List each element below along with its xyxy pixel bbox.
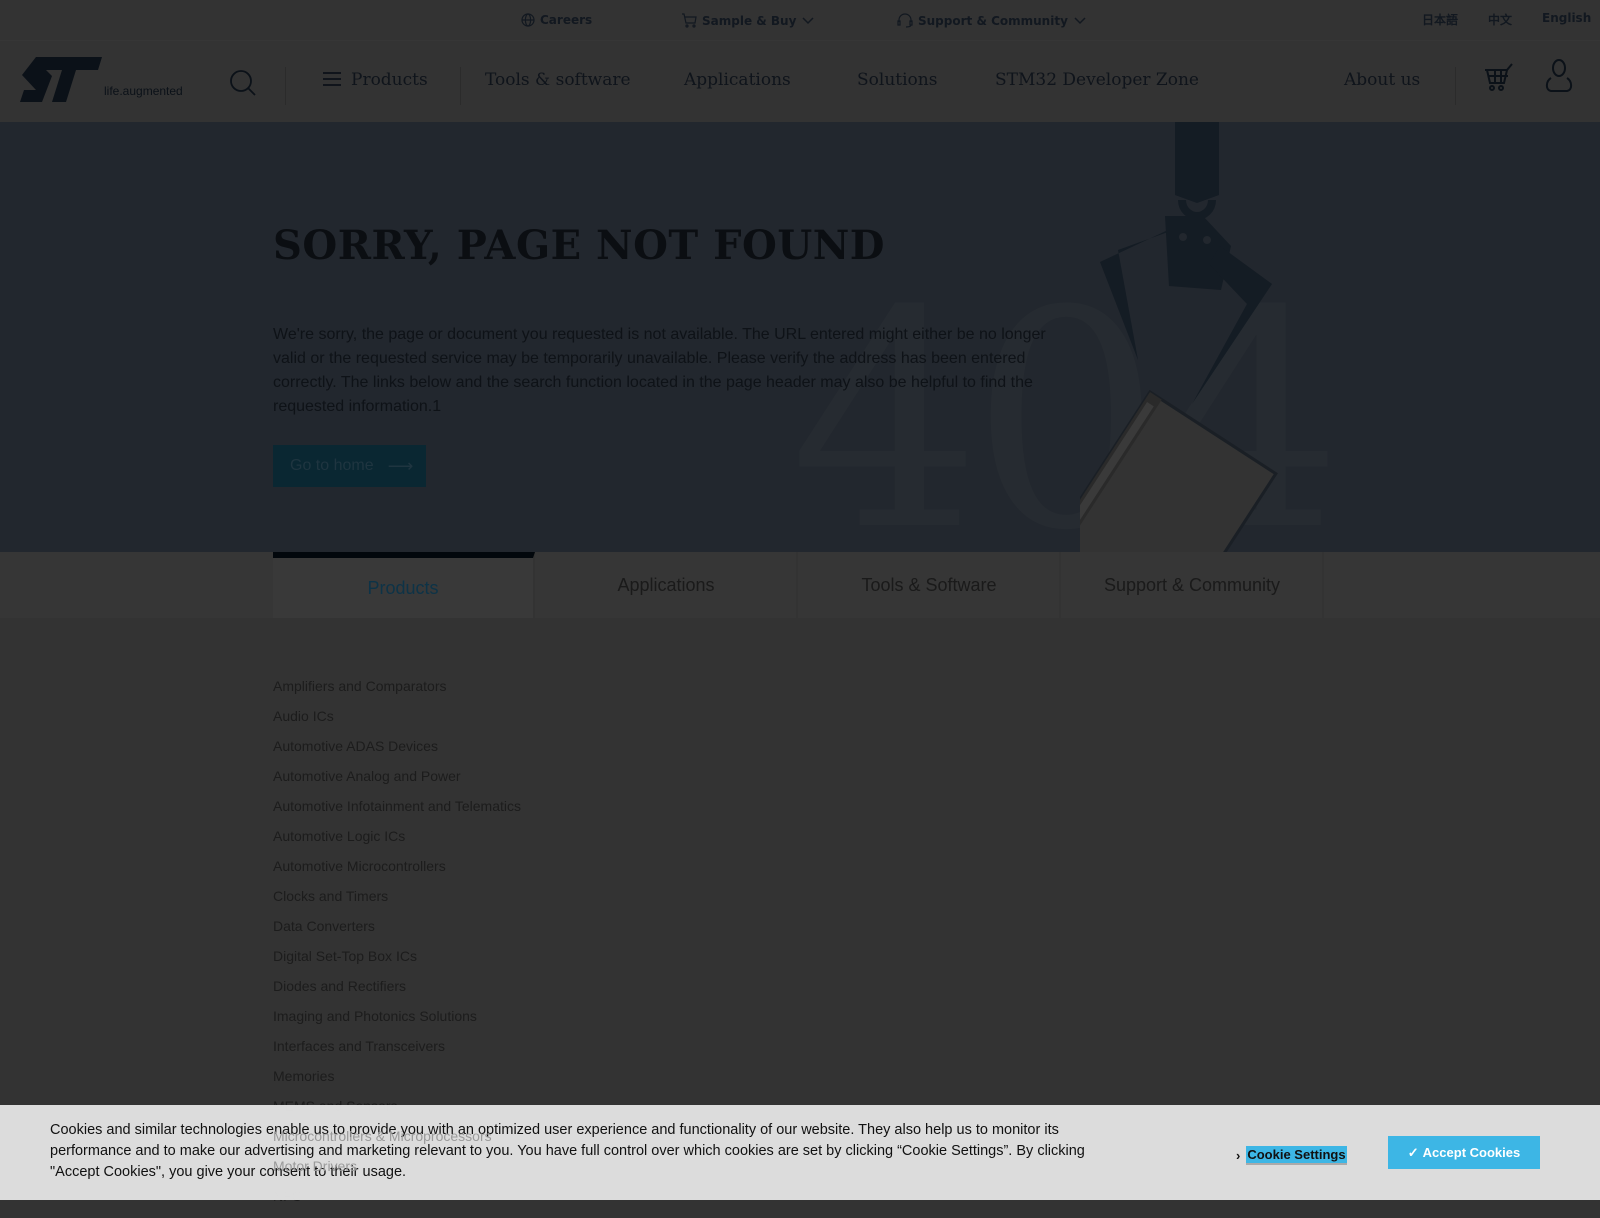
nav-solutions[interactable]: Solutions bbox=[857, 70, 937, 90]
chevron-right-icon: › bbox=[1236, 1148, 1241, 1163]
cookie-settings-button[interactable]: › Cookie Settings bbox=[1236, 1146, 1347, 1165]
menu-icon bbox=[323, 72, 341, 86]
list-item[interactable]: Interfaces and Transceivers bbox=[273, 1038, 521, 1068]
tab-products[interactable]: Products bbox=[273, 552, 535, 618]
list-item[interactable]: Automotive Analog and Power bbox=[273, 768, 521, 798]
search-icon[interactable] bbox=[229, 69, 257, 97]
chevron-down-icon bbox=[1074, 16, 1086, 24]
list-item[interactable]: Digital Set-Top Box ICs bbox=[273, 948, 521, 978]
cookie-text: Cookies and similar technologies enable … bbox=[50, 1122, 1085, 1180]
list-item[interactable]: Clocks and Timers bbox=[273, 888, 521, 918]
tab-support-community[interactable]: Support & Community bbox=[1062, 552, 1324, 618]
lang-english[interactable]: English bbox=[1542, 11, 1591, 25]
sample-buy-menu[interactable]: Sample & Buy bbox=[681, 13, 815, 28]
product-list: Amplifiers and Comparators Audio ICs Aut… bbox=[273, 678, 521, 1218]
lang-chinese[interactable]: 中文 bbox=[1488, 11, 1512, 28]
arrow-right-icon: ⟶ bbox=[387, 455, 414, 476]
list-item[interactable]: Automotive Logic ICs bbox=[273, 828, 521, 858]
tab-tools-software[interactable]: Tools & Software bbox=[799, 552, 1061, 618]
chevron-down-icon bbox=[802, 16, 814, 24]
error-description: We're sorry, the page or document you re… bbox=[273, 326, 1046, 415]
list-item[interactable]: Imaging and Photonics Solutions bbox=[273, 1008, 521, 1038]
list-item[interactable]: Microcontrollers & Microprocessors bbox=[273, 1128, 492, 1158]
support-community-menu[interactable]: Support & Community bbox=[897, 13, 1087, 28]
user-icon[interactable] bbox=[1545, 59, 1573, 93]
list-item[interactable]: Memories bbox=[273, 1068, 521, 1098]
category-tabs: Products Applications Tools & Software S… bbox=[0, 552, 1600, 618]
list-item[interactable]: Automotive Infotainment and Telematics bbox=[273, 798, 521, 828]
list-item[interactable]: Amplifiers and Comparators bbox=[273, 678, 521, 708]
list-item[interactable]: Automotive Microcontrollers bbox=[273, 858, 521, 888]
headset-icon bbox=[897, 13, 913, 28]
shopping-cart-icon[interactable] bbox=[1484, 63, 1514, 93]
check-icon: ✓ bbox=[1407, 1144, 1419, 1160]
nav-tools-software[interactable]: Tools & software bbox=[485, 70, 631, 90]
nav-stm32-developer-zone[interactable]: STM32 Developer Zone bbox=[995, 70, 1199, 90]
list-item[interactable]: Audio ICs bbox=[273, 708, 521, 738]
nav-about-us[interactable]: About us bbox=[1344, 70, 1420, 90]
accept-cookies-button[interactable]: ✓ Accept Cookies bbox=[1388, 1136, 1540, 1169]
nav-applications[interactable]: Applications bbox=[684, 70, 791, 90]
nav-products[interactable]: Products bbox=[351, 70, 428, 90]
globe-icon bbox=[521, 13, 535, 27]
lang-japanese[interactable]: 日本語 bbox=[1422, 11, 1458, 28]
list-item[interactable]: Diodes and Rectifiers bbox=[273, 978, 521, 1008]
careers-link[interactable]: Careers bbox=[521, 13, 592, 27]
list-item[interactable]: Motor Drivers bbox=[273, 1158, 357, 1188]
tab-applications[interactable]: Applications bbox=[536, 552, 798, 618]
go-to-home-button[interactable]: Go to home ⟶ bbox=[273, 445, 426, 487]
st-logo[interactable]: life.augmented bbox=[18, 57, 183, 102]
page-title: SORRY, PAGE NOT FOUND bbox=[273, 222, 885, 269]
list-item[interactable]: Data Converters bbox=[273, 918, 521, 948]
cookie-banner: Cookies and similar technologies enable … bbox=[0, 1105, 1600, 1200]
list-item[interactable]: Automotive ADAS Devices bbox=[273, 738, 521, 768]
cart-icon bbox=[682, 13, 697, 28]
utility-bar: Careers Sample & Buy Support & Community… bbox=[0, 0, 1600, 40]
hero-section: 404 SORRY, PAGE NOT FOUND We're sorry, t… bbox=[0, 122, 1600, 552]
st-logo-mark bbox=[20, 57, 102, 102]
main-nav: life.augmented Products Tools & software… bbox=[0, 40, 1600, 122]
robot-claw-illustration bbox=[1080, 122, 1278, 552]
